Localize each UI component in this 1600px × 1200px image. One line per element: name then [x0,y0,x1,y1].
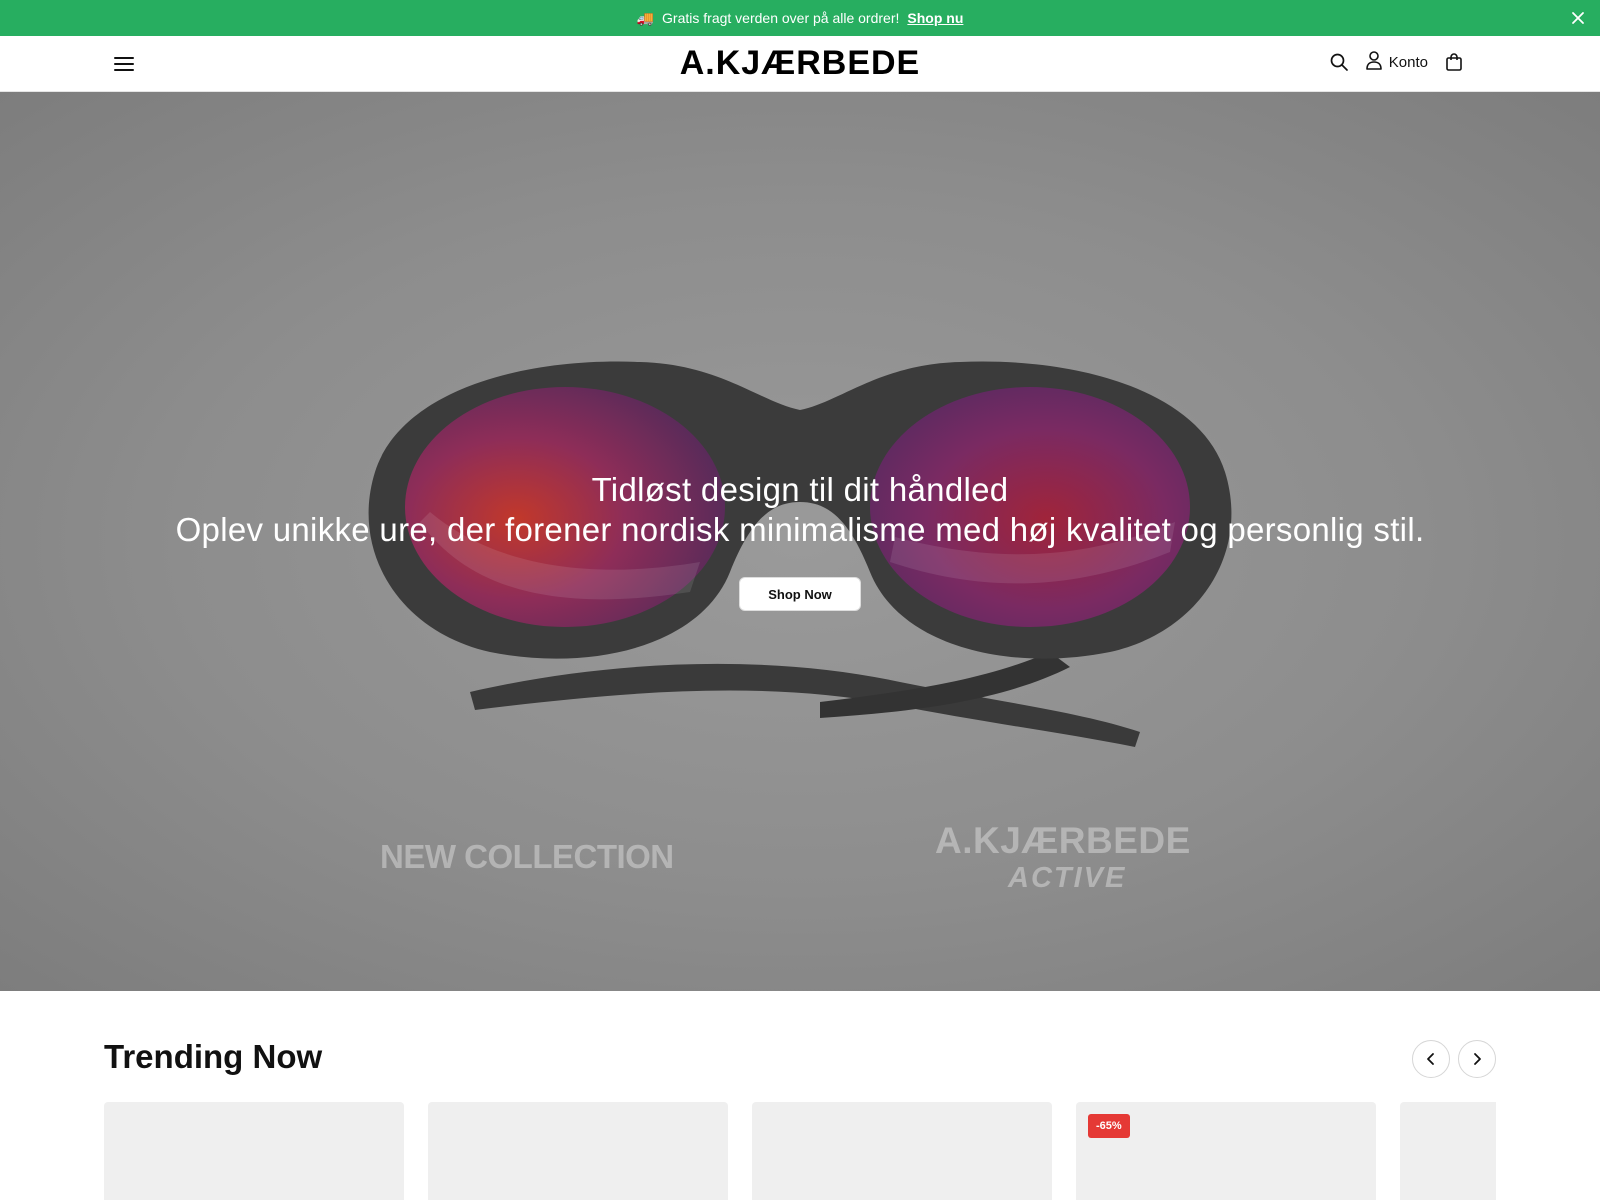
announcement-text: Gratis fragt verden over på alle ordrer! [662,10,900,26]
user-icon [1365,50,1383,74]
carousel-next-button[interactable] [1458,1040,1496,1078]
account-button[interactable]: Konto [1365,50,1428,74]
product-card[interactable] [428,1102,728,1200]
discount-badge: -65% [1088,1114,1130,1138]
header-actions: Konto [1327,50,1466,74]
hero-text: Tidløst design til dit håndled Oplev uni… [0,470,1600,550]
product-card[interactable] [752,1102,1052,1200]
product-card[interactable] [104,1102,404,1200]
announcement-bar: 🚚 Gratis fragt verden over på alle ordre… [0,0,1600,36]
hero-banner: NEW COLLECTION A.KJÆRBEDE ACTIVE Tidløst… [0,92,1600,991]
announcement-shop-link[interactable]: Shop nu [907,10,963,26]
trending-title: Trending Now [104,1038,323,1075]
image-text-line: ACTIVE [1008,862,1127,894]
truck-icon: 🚚 [636,9,655,26]
hero-subtitle: Oplev unikke ure, der forener nordisk mi… [175,511,1425,548]
account-label: Konto [1388,53,1428,71]
hero-shop-now-button[interactable]: Shop Now [739,577,861,611]
menu-icon[interactable] [112,52,136,76]
image-text-brand: A.KJÆRBEDE [935,820,1191,861]
chevron-left-icon [1427,1053,1434,1065]
product-card[interactable]: -65% [1076,1102,1376,1200]
close-icon[interactable] [1568,8,1588,28]
product-card[interactable] [1400,1102,1496,1200]
hero-title: Tidløst design til dit håndled [591,471,1009,508]
product-carousel: -65% [104,1102,1496,1200]
site-header: A.KJÆRBEDE Konto [0,36,1600,92]
image-text-collection: NEW COLLECTION [380,838,674,875]
bag-icon[interactable] [1442,50,1466,74]
search-icon[interactable] [1327,50,1351,74]
chevron-right-icon [1474,1053,1481,1065]
carousel-prev-button[interactable] [1412,1040,1450,1078]
